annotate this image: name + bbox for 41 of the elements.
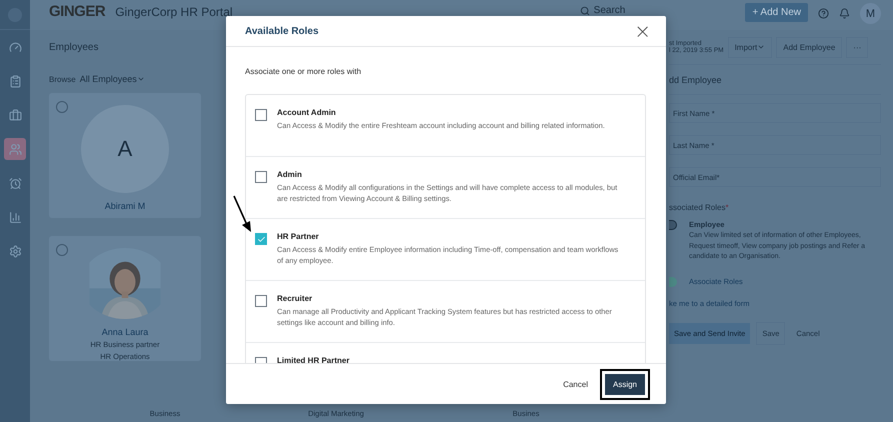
- user-avatar[interactable]: M: [860, 3, 881, 24]
- page-heading: Employees: [49, 41, 98, 55]
- role-checkbox[interactable]: [255, 171, 267, 183]
- check-icon: [256, 234, 266, 244]
- browse-dropdown[interactable]: All Employees: [80, 74, 145, 84]
- caret-icon: [757, 43, 766, 51]
- cancel-button[interactable]: Cancel: [559, 374, 592, 394]
- assign-button[interactable]: Assign: [604, 374, 645, 394]
- search-icon: [580, 6, 590, 16]
- import-button[interactable]: Import: [728, 36, 772, 58]
- employee-card[interactable]: A Abirami M: [49, 93, 201, 218]
- employees-icon[interactable]: [4, 138, 26, 160]
- role-title: Account Admin: [277, 108, 336, 117]
- role-title: HR Partner: [277, 232, 319, 241]
- avatar: A: [81, 105, 169, 193]
- role-title: Recruiter: [277, 294, 312, 303]
- select-radio[interactable]: [56, 244, 68, 256]
- caret-icon: [136, 75, 145, 83]
- select-radio[interactable]: [56, 101, 68, 113]
- dialog-intro: Associate one or more roles with: [245, 67, 362, 76]
- more-button[interactable]: ···: [846, 36, 868, 58]
- dialog-title: Available Roles: [245, 26, 319, 36]
- role-checkbox[interactable]: [255, 295, 267, 307]
- portal-title: GingerCorp HR Portal: [115, 5, 233, 19]
- role-checkbox[interactable]: [255, 109, 267, 121]
- role-checkbox[interactable]: [255, 233, 267, 245]
- employee-name[interactable]: Anna Laura: [102, 327, 148, 337]
- logo: GINGER: [49, 3, 106, 20]
- role-title: Limited HR Partner: [277, 356, 350, 363]
- close-button[interactable]: ×: [634, 21, 651, 41]
- roles-label: ssociated Roles*: [669, 203, 730, 212]
- help-icon[interactable]: [818, 8, 829, 19]
- add-new-button[interactable]: + Add New: [745, 3, 808, 22]
- form-title: dd Employee: [669, 65, 881, 95]
- role-title: Admin: [277, 170, 302, 179]
- browse-label: Browse: [49, 74, 76, 84]
- add-employee-button[interactable]: Add Employee: [776, 36, 842, 58]
- bell-icon[interactable]: [839, 8, 850, 19]
- role-radio[interactable]: [669, 220, 677, 230]
- employee-name[interactable]: Abirami M: [104, 201, 146, 211]
- search-field[interactable]: Search: [580, 5, 626, 16]
